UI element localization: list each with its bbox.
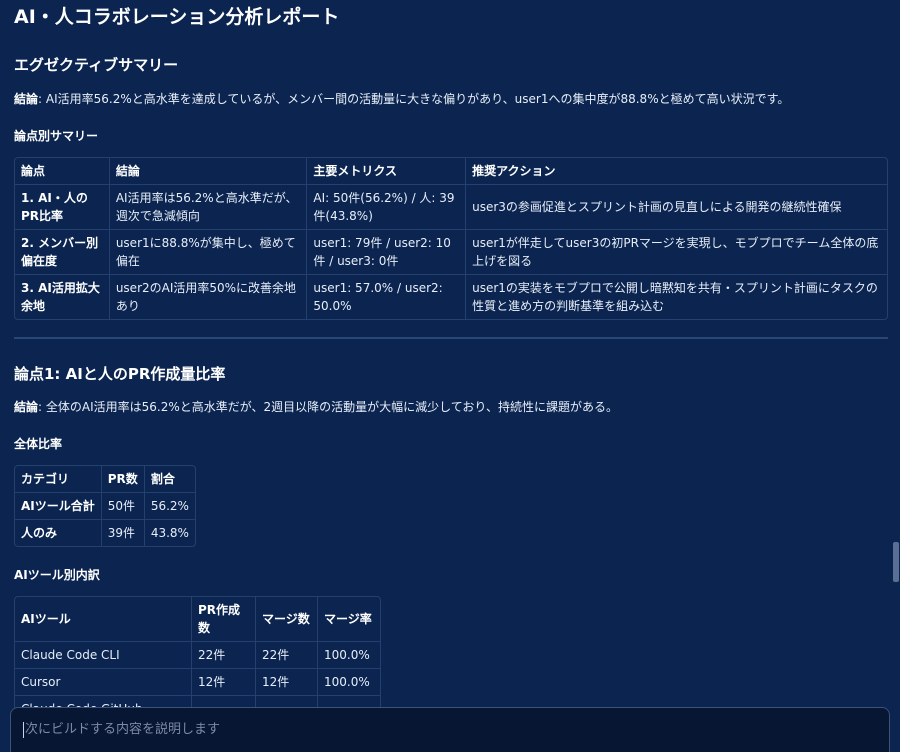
summary-heading: エグゼクティブサマリー [14,56,179,74]
table-cell: 50件 [101,493,145,520]
table-cell: user3の参画促進とスプリント計画の見直しによる開発の継続性確保 [466,185,887,230]
table-cell: user1に88.8%が集中し、極めて偏在 [109,230,308,275]
table-header-row: AIツール PR作成数 マージ数 マージ率 [15,597,380,642]
column-header: 主要メトリクス [307,158,467,185]
table-row: Claude Code CLI 22件 22件 100.0% [15,642,380,669]
table-cell: 100.0% [318,642,380,669]
table-cell: AI: 50件(56.2%) / 人: 39件(43.8%) [307,185,467,230]
table-row: 1. AI・人のPR比率 AI活用率は56.2%と高水準だが、週次で急減傾向 A… [15,185,887,230]
table-cell: 22件 [256,642,318,669]
table-row: AIツール合計 50件 56.2% [15,493,195,520]
column-header: 結論 [109,158,308,185]
section-divider [14,337,888,339]
tools-heading: AIツール別内訳 [14,568,100,582]
table-cell: Cursor [15,669,192,696]
table-cell: 2. メンバー別偏在度 [15,230,110,275]
table-cell: 3. AI活用拡大余地 [15,275,110,319]
column-header: 割合 [144,466,195,493]
column-header: PR作成数 [192,597,256,642]
page-title: AI・人コラボレーション分析レポート [14,6,340,28]
table-cell: AI活用率は56.2%と高水準だが、週次で急減傾向 [109,185,308,230]
table-cell: 22件 [192,642,256,669]
column-header: マージ数 [256,597,318,642]
table-cell: 43.8% [150,526,189,540]
column-header: マージ率 [318,597,380,642]
conclusion-text: : AI活用率56.2%と高水準を達成しているが、メンバー間の活動量に大きな偏り… [38,92,790,106]
table-cell: 39件 [102,520,145,546]
conclusion-label: 結論 [14,400,39,414]
table-cell: 100.0% [318,669,380,696]
table-row: 3. AI活用拡大余地 user2のAI活用率50%に改善余地あり user1:… [15,275,887,319]
text-cursor [23,722,24,738]
table-header-row: 論点 結論 主要メトリクス 推奨アクション [15,158,887,185]
table-cell: Claude Code CLI [15,642,192,669]
table-row: Cursor 12件 12件 100.0% [15,669,380,696]
section1-heading: 論点1: AIと人のPR作成量比率 [14,365,226,383]
table-cell: 人のみ [15,520,102,546]
column-header: 論点 [15,158,110,185]
conclusion-label: 結論 [14,92,39,106]
overall-table-wrap: カテゴリ PR数 割合 AIツール合計 50件 56.2% 人のみ 39件 43… [14,465,196,547]
table-cell: AIツール合計 [15,493,102,520]
conclusion-text: : 全体のAI活用率は56.2%と高水準だが、2週目以降の活動量が大幅に減少して… [38,400,618,414]
scrollbar-thumb[interactable] [893,542,899,582]
issues-table-wrap: 論点 結論 主要メトリクス 推奨アクション 1. AI・人のPR比率 AI活用率… [14,157,888,320]
chat-input-placeholder: 次にビルドする内容を説明します [25,722,221,737]
table-cell: 1. AI・人のPR比率 [15,185,110,230]
issues-table: 論点 結論 主要メトリクス 推奨アクション 1. AI・人のPR比率 AI活用率… [14,157,888,320]
section1-conclusion: 結論: 全体のAI活用率は56.2%と高水準だが、2週目以降の活動量が大幅に減少… [14,398,888,416]
column-header: PR数 [101,466,145,493]
table-cell: 56.2% [144,493,195,520]
column-header: カテゴリ [15,466,102,493]
report-page: AI・人コラボレーション分析レポート エグゼクティブサマリー 結論: AI活用率… [0,0,900,752]
summary-conclusion: 結論: AI活用率56.2%と高水準を達成しているが、メンバー間の活動量に大きな… [14,90,888,108]
table-cell: user2のAI活用率50%に改善余地あり [110,275,308,319]
table-cell: 12件 [192,669,256,696]
table-cell: user1が伴走してuser3の初PRマージを実現し、モブプロでチーム全体の底上… [466,230,887,275]
issues-heading: 論点別サマリー [14,129,99,143]
table-cell: 12件 [256,669,318,696]
chat-input[interactable]: 次にビルドする内容を説明します [10,707,890,752]
table-cell: user1: 57.0% / user2: 50.0% [307,275,467,319]
table-cell: user1の実装をモブプロで公開し暗黙知を共有・スプリント計画にタスクの性質と進… [472,281,878,313]
table-header-row: カテゴリ PR数 割合 [15,466,195,493]
column-header: 推奨アクション [466,158,887,185]
overall-ratio-table: カテゴリ PR数 割合 AIツール合計 50件 56.2% 人のみ 39件 43… [14,465,196,547]
table-cell: user1: 79件 / user2: 10件 / user3: 0件 [307,230,467,275]
overall-heading: 全体比率 [14,437,63,451]
table-row: 2. メンバー別偏在度 user1に88.8%が集中し、極めて偏在 user1:… [15,230,887,275]
table-row: 人のみ 39件 43.8% [15,520,195,546]
column-header: AIツール [15,597,192,642]
